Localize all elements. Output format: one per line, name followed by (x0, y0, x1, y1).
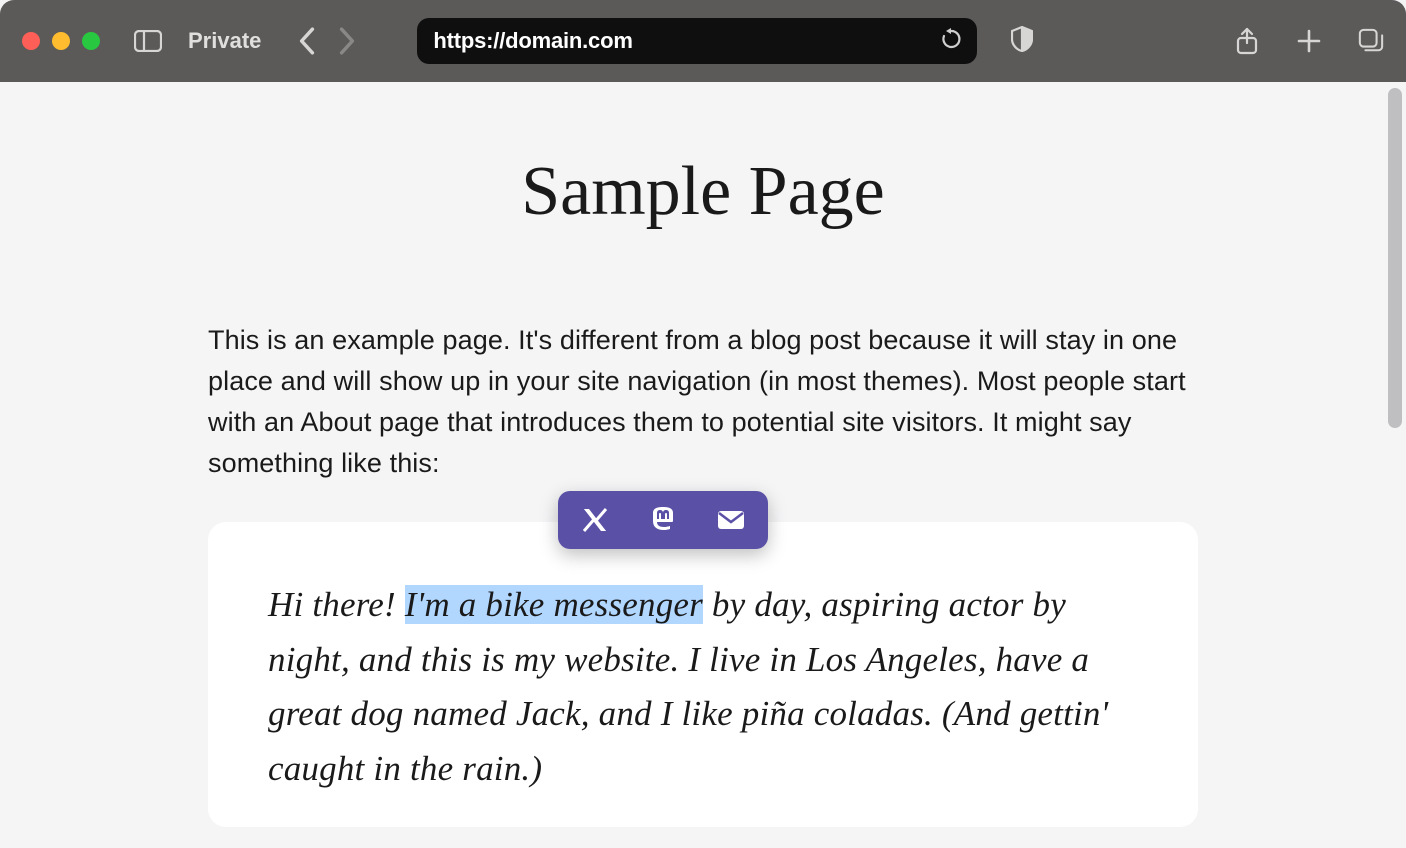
sidebar-toggle-button[interactable] (134, 30, 162, 52)
intro-paragraph: This is an example page. It's different … (208, 320, 1198, 484)
privacy-shield-button[interactable] (1011, 26, 1033, 57)
forward-button[interactable] (337, 27, 357, 55)
navigation-arrows (297, 27, 357, 55)
tabs-overview-button[interactable] (1358, 27, 1384, 55)
quote-text: Hi there! I'm a bike messenger by day, a… (268, 578, 1138, 796)
minimize-window-button[interactable] (52, 32, 70, 50)
page-content: Sample Page This is an example page. It'… (208, 82, 1198, 827)
private-mode-label: Private (188, 28, 261, 54)
address-bar[interactable]: https://domain.com (417, 18, 977, 64)
scrollbar-thumb[interactable] (1388, 88, 1402, 428)
window-controls (22, 32, 100, 50)
back-button[interactable] (297, 27, 317, 55)
toolbar-right-group (1234, 27, 1384, 55)
share-mastodon-icon[interactable] (648, 505, 678, 535)
browser-toolbar: Private https://domain.com (0, 0, 1406, 82)
page-viewport: Sample Page This is an example page. It'… (0, 82, 1406, 848)
quote-block: Hi there! I'm a bike messenger by day, a… (208, 522, 1198, 826)
url-text: https://domain.com (433, 28, 941, 54)
share-popover (558, 491, 768, 549)
quote-before: Hi there! (268, 585, 405, 624)
new-tab-button[interactable] (1296, 27, 1322, 55)
close-window-button[interactable] (22, 32, 40, 50)
share-button[interactable] (1234, 27, 1260, 55)
fullscreen-window-button[interactable] (82, 32, 100, 50)
share-email-icon[interactable] (716, 505, 746, 535)
share-x-icon[interactable] (580, 505, 610, 535)
reload-button[interactable] (941, 28, 961, 55)
selected-text[interactable]: I'm a bike messenger (405, 585, 703, 624)
page-title: Sample Page (208, 152, 1198, 232)
